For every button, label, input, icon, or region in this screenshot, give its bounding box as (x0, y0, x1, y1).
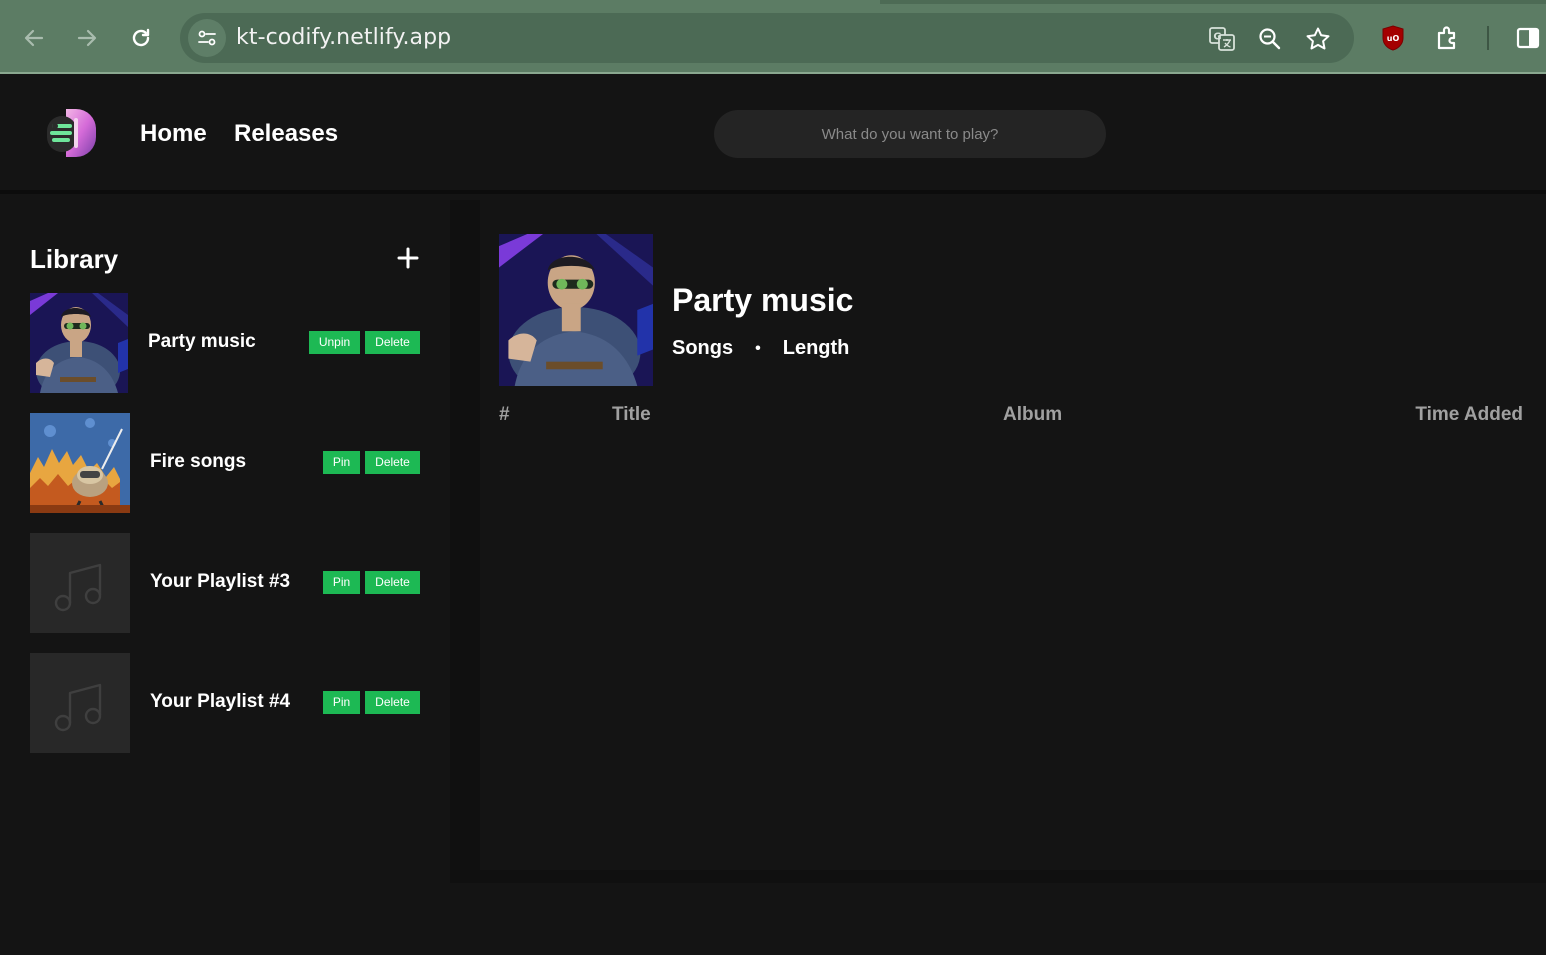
column-header-title[interactable]: Title (612, 404, 651, 426)
pin-button[interactable]: Pin (323, 571, 360, 594)
songs-label: Songs (672, 337, 734, 359)
address-bar[interactable]: kt-codify.netlify.app G (180, 13, 1354, 63)
library-sidebar: Library Party music Unpin Delete Fire so… (0, 200, 450, 883)
site-settings-icon[interactable] (188, 19, 226, 57)
column-header-time-added[interactable]: Time Added (1415, 404, 1523, 426)
nav-releases-link[interactable]: Releases (234, 120, 338, 148)
playlist-item-party-music[interactable]: Party music Unpin Delete (30, 293, 430, 393)
playlist-name: Party music (148, 331, 256, 352)
playlist-cover (499, 234, 653, 386)
playlist-name: Your Playlist #3 (150, 571, 291, 592)
column-header-album[interactable]: Album (1003, 404, 1062, 426)
column-header-index[interactable]: # (499, 404, 510, 426)
plus-icon[interactable] (394, 244, 422, 272)
playlist-item-your-playlist-3[interactable]: Your Playlist #3 Pin Delete (30, 533, 430, 633)
playlist-item-fire-songs[interactable]: Fire songs Pin Delete (30, 413, 430, 513)
svg-text:G: G (1213, 32, 1221, 43)
star-icon[interactable] (1303, 24, 1333, 54)
party-photo (30, 293, 128, 393)
translate-icon[interactable]: G (1207, 24, 1237, 54)
forward-arrow-icon[interactable] (71, 22, 103, 54)
reload-icon[interactable] (125, 22, 157, 54)
toolbar-divider (1487, 26, 1489, 50)
playlist-item-your-playlist-4[interactable]: Your Playlist #4 Pin Delete (30, 653, 430, 753)
app-header: Home Releases (0, 76, 1546, 194)
playlist-name: Fire songs (150, 451, 247, 472)
music-note-icon (30, 653, 130, 753)
zoom-icon[interactable] (1255, 24, 1285, 54)
sidebar-divider (450, 200, 480, 883)
browser-toolbar: kt-codify.netlify.app G uO (0, 0, 1546, 74)
delete-button[interactable]: Delete (365, 451, 420, 474)
playlist-name: Your Playlist #4 (150, 691, 291, 712)
search-input[interactable] (714, 110, 1106, 158)
player-bar (0, 883, 1546, 955)
side-panel-icon[interactable] (1512, 22, 1544, 54)
svg-text:uO: uO (1387, 34, 1400, 43)
playlist-view: Party music Songs • Length # Title Album… (480, 208, 1546, 870)
meta-separator: • (755, 339, 761, 357)
tab-strip (0, 0, 1546, 4)
delete-button[interactable]: Delete (365, 571, 420, 594)
playlist-meta: Songs • Length (672, 337, 849, 360)
length-label: Length (782, 337, 850, 359)
url-text[interactable]: kt-codify.netlify.app (236, 25, 451, 50)
pin-button[interactable]: Pin (323, 451, 360, 474)
music-note-icon (30, 533, 130, 633)
app-logo[interactable] (42, 104, 100, 162)
fire-cartoon (30, 413, 130, 513)
nav-home-link[interactable]: Home (140, 120, 207, 148)
extensions-icon[interactable] (1432, 22, 1464, 54)
playlist-title: Party music (672, 282, 854, 318)
active-tab[interactable] (0, 0, 880, 4)
main-bottom-divider (480, 870, 1546, 883)
pin-button[interactable]: Pin (323, 691, 360, 714)
library-title: Library (30, 244, 119, 274)
back-arrow-icon[interactable] (18, 22, 50, 54)
delete-button[interactable]: Delete (365, 691, 420, 714)
ublock-icon[interactable]: uO (1377, 22, 1409, 54)
delete-button[interactable]: Delete (365, 331, 420, 354)
unpin-button[interactable]: Unpin (309, 331, 360, 354)
